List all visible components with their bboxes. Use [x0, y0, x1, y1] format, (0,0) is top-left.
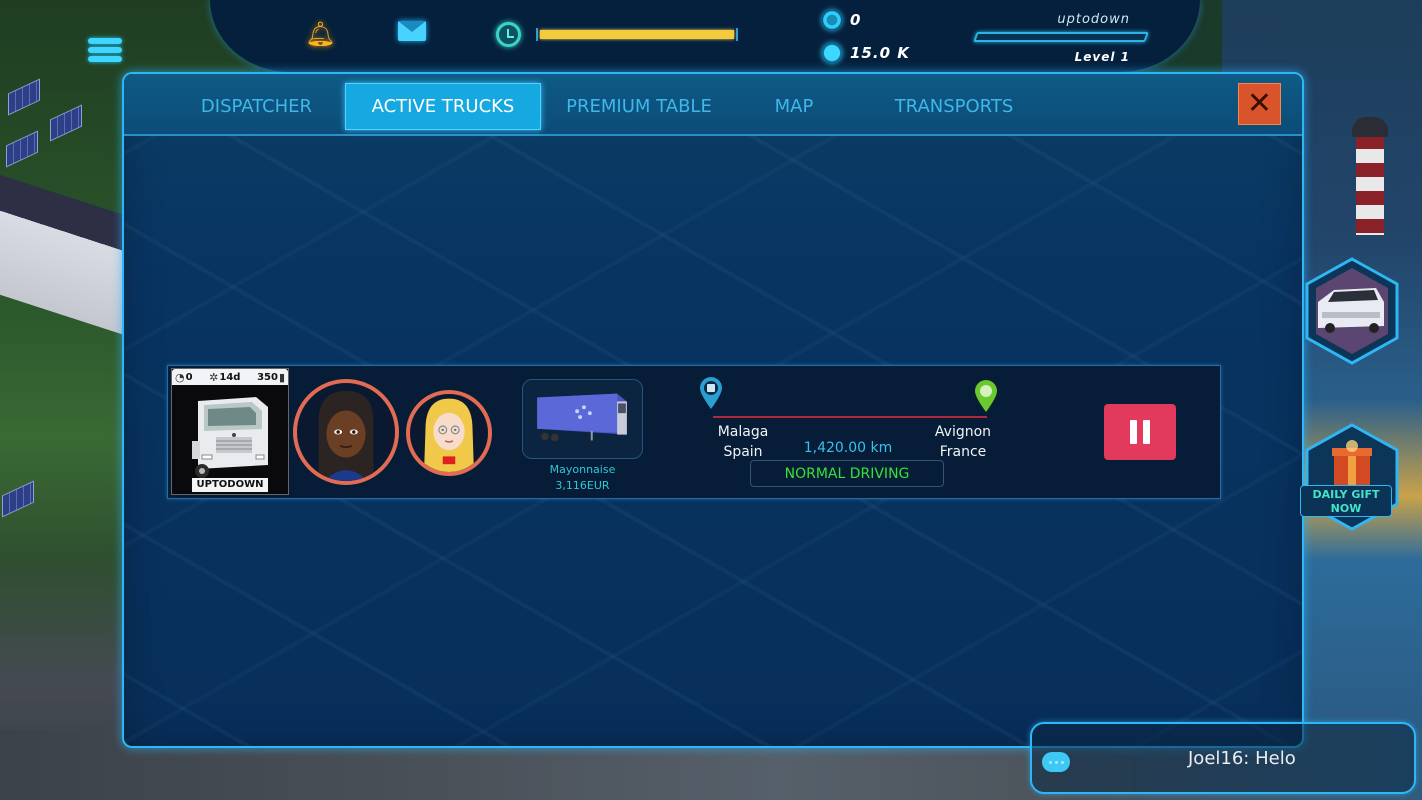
gem-currency[interactable]: 15.0 K — [822, 43, 910, 63]
pause-button[interactable] — [1104, 404, 1176, 460]
energy-bar — [536, 28, 738, 41]
co-driver-face — [410, 394, 488, 472]
player-name[interactable]: uptodown — [1010, 12, 1130, 27]
service-stat: ✲ 14d — [209, 371, 240, 384]
driver-face — [297, 383, 395, 481]
driving-status: NORMAL DRIVING — [750, 460, 944, 487]
truck-stats-bar: ◔ 0 ✲ 14d 350 ▮ — [172, 369, 288, 385]
lighthouse — [1352, 117, 1388, 235]
chat-bubble-icon[interactable] — [1042, 752, 1070, 772]
player-level: Level 1 — [1074, 50, 1130, 64]
tab-dispatcher[interactable]: DISPATCHER — [164, 83, 349, 130]
destination-city: Avignon — [934, 424, 992, 440]
cargo-name: Mayonnaise — [549, 463, 616, 476]
fuel-stat: 350 ▮ — [257, 371, 285, 384]
speedometer-icon: ◔ — [175, 370, 185, 384]
chat-box[interactable]: Joel16: Helo — [1030, 722, 1416, 794]
tab-bar: DISPATCHER ACTIVE TRUCKS PREMIUM TABLE M… — [124, 74, 1302, 136]
daily-gift-text: DAILY GIFT — [1312, 488, 1380, 501]
close-icon: ✕ — [1246, 86, 1273, 121]
fuel-icon: ▮ — [278, 370, 285, 384]
top-hud: 🔔︎ 0 15.0 K uptodown Level 1 — [0, 0, 1422, 72]
service-value: 14d — [219, 371, 241, 383]
pause-icon-bar — [1143, 420, 1150, 444]
cargo-price: 3,116EUR — [555, 479, 610, 492]
mail-icon[interactable] — [398, 21, 426, 41]
driver-avatar[interactable] — [293, 379, 399, 485]
energy-bar-fill — [540, 30, 734, 39]
co-driver-avatar[interactable] — [406, 390, 492, 476]
coin-value: 0 — [850, 11, 862, 29]
chat-last-message: Joel16: Helo — [1188, 748, 1296, 769]
destination-pin-icon — [975, 380, 997, 412]
daily-gift-label[interactable]: DAILY GIFT NOW — [1300, 485, 1392, 517]
fuel-value: 350 — [257, 371, 278, 383]
truck-image — [192, 397, 268, 478]
active-truck-row[interactable]: ◔ 0 ✲ 14d 350 ▮ UPTODOWN Mayonnaise 3,11… — [167, 365, 1221, 499]
tab-premium-table[interactable]: PREMIUM TABLE — [549, 83, 729, 130]
start-location-pin-icon — [700, 377, 722, 409]
coin-currency[interactable]: 0 — [822, 10, 861, 30]
speed-stat: ◔ 0 — [175, 371, 193, 384]
truck-name: UPTODOWN — [192, 478, 268, 492]
origin-city: Malaga — [717, 424, 769, 440]
clock-icon[interactable] — [496, 22, 521, 47]
gem-icon — [822, 43, 842, 63]
active-trucks-dialog: DISPATCHER ACTIVE TRUCKS PREMIUM TABLE M… — [122, 72, 1304, 748]
coin-icon — [822, 10, 842, 30]
tab-active-trucks[interactable]: ACTIVE TRUCKS — [345, 83, 541, 130]
xp-bar — [973, 32, 1149, 42]
route-distance: 1,420.00 km — [803, 440, 893, 456]
van-offer-button[interactable] — [1304, 256, 1400, 366]
menu-icon[interactable] — [88, 38, 122, 64]
tab-transports[interactable]: TRANSPORTS — [869, 83, 1039, 130]
close-button[interactable]: ✕ — [1238, 83, 1281, 125]
xp-bar-fill — [975, 34, 979, 40]
speed-value: 0 — [185, 371, 193, 383]
wrench-icon: ✲ — [209, 370, 219, 384]
trailer-image — [537, 393, 627, 442]
gem-value: 15.0 K — [850, 44, 910, 62]
pause-icon-bar — [1130, 420, 1137, 444]
daily-gift-now-text: NOW — [1330, 502, 1362, 515]
cargo-trailer[interactable] — [522, 379, 643, 459]
tab-map[interactable]: MAP — [749, 83, 839, 130]
bell-icon[interactable]: 🔔︎ — [305, 22, 335, 46]
truck-thumbnail[interactable]: ◔ 0 ✲ 14d 350 ▮ UPTODOWN — [171, 368, 289, 495]
route-progress-line — [713, 416, 987, 418]
